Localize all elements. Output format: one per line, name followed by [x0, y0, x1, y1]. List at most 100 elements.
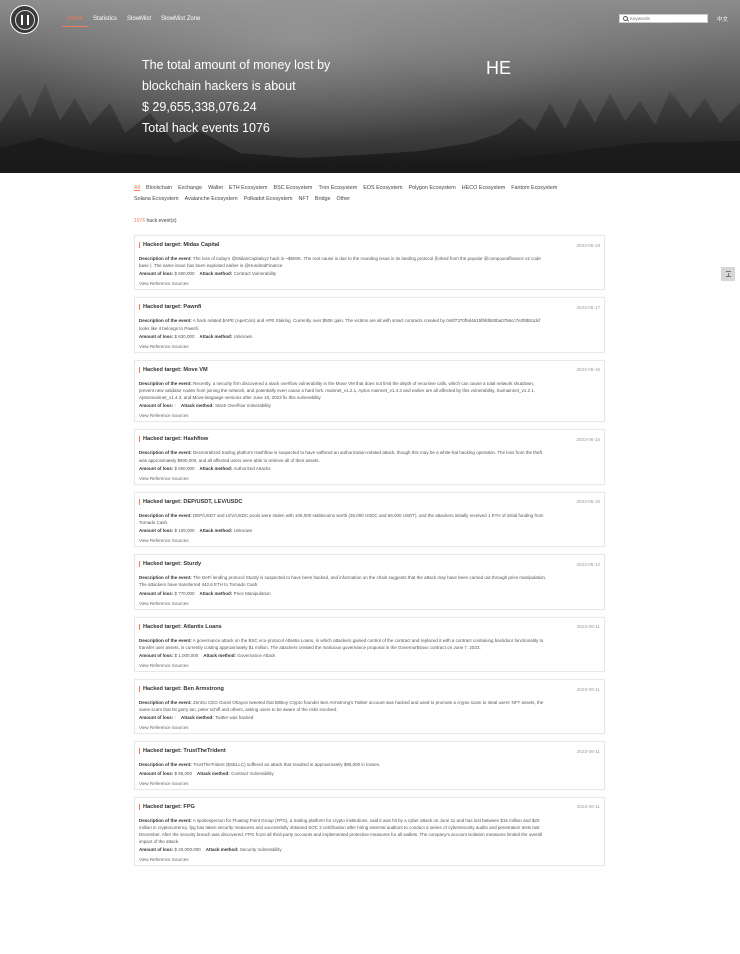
event-card: Hacked target: Sturdy 2023-06-12 Descripti…: [134, 554, 605, 610]
filter-fantom-ecosystem[interactable]: Fantom Ecosystem: [511, 185, 557, 192]
filter-exchange[interactable]: Exchange: [178, 185, 202, 192]
description-label: Description of the event:: [139, 817, 192, 823]
nav-slowmist[interactable]: SlowMist: [122, 15, 156, 27]
event-title[interactable]: Hacked target: FPG: [139, 803, 195, 810]
filter-eos-ecosystem[interactable]: EOS Ecosystem: [363, 185, 402, 192]
event-count: 1076 hack event(s): [134, 218, 177, 224]
filter-wallet[interactable]: Wallet: [208, 185, 223, 192]
description-text: base ). The same issue has been exploite…: [139, 263, 283, 269]
amount-value: $ 1,000,000: [174, 653, 199, 659]
event-meta: Amount of loss: $ 1,000,000 Attack method…: [139, 651, 600, 661]
event-header: Hacked target: Pawnfi 2023-06-17: [139, 303, 600, 311]
filter-bsc-ecosystem[interactable]: BSC Ecosystem: [273, 185, 312, 192]
description-text: December. After the security breach was …: [139, 832, 542, 838]
filter-solana-ecosystem[interactable]: Solana Ecosystem: [134, 196, 179, 203]
event-meta: Amount of loss: - Attack method: Stack Ov…: [139, 401, 600, 411]
event-header: Hacked target: Atlantis Loans 2023-06-11: [139, 623, 600, 631]
nav-slowmist-zone[interactable]: SlowMist Zone: [156, 15, 205, 27]
event-description-line: Description of the event: The loss of to…: [139, 255, 600, 262]
filter-avalanche-ecosystem[interactable]: Avalanche Ecosystem: [185, 196, 238, 203]
event-description-line: impact of the attack.: [139, 838, 600, 845]
amount-label: Amount of loss:: [139, 403, 174, 409]
event-date: 2023-06-11: [576, 686, 600, 692]
event-header: Hacked target: Midas Capital 2023-06-18: [139, 241, 600, 249]
event-card: Hacked target: DEP/USDT, LEV/USDC 2023-06…: [134, 491, 605, 548]
event-description-line: Description of the event: The DeFi lendi…: [139, 574, 600, 581]
event-meta: Amount of loss: $ 95,000 Attack method: C…: [139, 769, 600, 779]
view-reference-sources-link[interactable]: View Reference Sources: [139, 536, 600, 546]
event-title[interactable]: Hacked target: Atlantis Loans: [139, 623, 222, 630]
event-list: Hacked target: Midas Capital 2023-06-18 De…: [134, 235, 605, 873]
event-title[interactable]: Hacked target: Hashflow: [139, 436, 208, 443]
description-label: Description of the event:: [139, 318, 192, 324]
view-reference-sources-link[interactable]: View Reference Sources: [139, 411, 600, 421]
description-text: A spokesperson for Floating Point Group …: [191, 817, 540, 823]
description-label: Description of the event:: [139, 380, 192, 386]
event-title[interactable]: Hacked target: Midas Capital: [139, 242, 219, 248]
back-to-top-button[interactable]: [721, 267, 735, 281]
event-date: 2023-06-17: [576, 304, 601, 310]
view-reference-sources-link[interactable]: View Reference Sources: [139, 723, 600, 733]
view-reference-sources-link[interactable]: View Reference Sources: [139, 279, 600, 289]
description-text: TrustTheTrident ($SELLC) suffered an att…: [191, 762, 381, 768]
view-reference-sources-link[interactable]: View Reference Sources: [139, 779, 600, 789]
event-card: Hacked target: Atlantis Loans 2023-06-11 D…: [134, 616, 605, 673]
event-title[interactable]: Hacked target: DEP/USDT, LEV/USDC: [139, 498, 242, 505]
language-switch[interactable]: 中文: [717, 15, 728, 23]
filter-polkadot-ecosystem[interactable]: Polkadot Ecosystem: [244, 196, 293, 203]
filter-heco-ecosystem[interactable]: HECO Ecosystem: [462, 185, 505, 192]
description-text: same scam that hit garry tan, peter schi…: [139, 707, 338, 713]
event-title[interactable]: Hacked target: Move VM: [139, 366, 208, 373]
description-text: Recently, a security firm discovered a s…: [191, 380, 535, 386]
event-description-line: Tornado Cash.: [139, 519, 600, 526]
event-title[interactable]: Hacked target: TrustTheTrident: [139, 748, 226, 755]
amount-label: Amount of loss:: [139, 715, 174, 721]
view-reference-sources-link[interactable]: View Reference Sources: [139, 599, 600, 609]
amount-value: $ 95,000: [174, 770, 193, 776]
event-date: 2023-06-15: [576, 499, 601, 505]
view-reference-sources-link[interactable]: View Reference Sources: [139, 855, 600, 865]
filter-polygon-ecosystem[interactable]: Polygon Ecosystem: [408, 185, 455, 192]
filter-nft[interactable]: NFT: [298, 196, 308, 203]
method-label: Attack method:: [199, 528, 233, 534]
event-card: Hacked target: Hashflow 2023-06-15 Descrip…: [134, 429, 605, 485]
filter-blockchain[interactable]: Blockchain: [146, 185, 172, 192]
filter-other[interactable]: Other: [337, 196, 350, 203]
filter-eth-ecosystem[interactable]: ETH Ecosystem: [229, 185, 268, 192]
event-meta: Amount of loss: $ 20,000,000 Attack metho…: [139, 845, 600, 855]
event-title[interactable]: Hacked target: Pawnfi: [139, 304, 201, 311]
method-value: Contract Vulnerability: [233, 271, 277, 277]
event-meta: Amount of loss: - Attack method: Twitter …: [139, 713, 600, 723]
amount-label: Amount of loss:: [139, 528, 174, 534]
method-label: Attack method:: [197, 770, 230, 776]
event-description-line: million in cryptocurrency. fpg has taken…: [139, 824, 600, 831]
description-text: prevent new validator nodes from joining…: [139, 388, 536, 394]
filter-tron-ecosystem[interactable]: Tron Ecosystem: [318, 185, 357, 192]
event-title[interactable]: Hacked target: Ben Armstrong: [139, 686, 224, 693]
view-reference-sources-link[interactable]: View Reference Sources: [139, 342, 600, 352]
filter-bridge[interactable]: Bridge: [315, 196, 331, 203]
event-meta: Amount of loss: $ 105,000 Attack method: …: [139, 526, 600, 536]
method-value: Contract Vulnerability: [231, 770, 274, 776]
nav-statistics[interactable]: Statistics: [88, 15, 122, 27]
event-date: 2023-06-18: [576, 242, 601, 248]
description-label: Description of the event:: [139, 450, 192, 456]
view-reference-sources-link[interactable]: View Reference Sources: [139, 661, 600, 671]
description-text: transfer user assets, is currently costi…: [139, 644, 481, 650]
event-description-line: Description of the event: A spokesperson…: [139, 817, 600, 824]
search-input[interactable]: [629, 16, 707, 21]
nav-home[interactable]: Home: [62, 15, 89, 27]
event-description-line: Description of the event: TrustTheTriden…: [139, 761, 600, 768]
search-box[interactable]: [619, 14, 708, 23]
description-text: The DeFi lending protocol Sturdy is susp…: [191, 575, 547, 581]
hero-side-text: HE: [486, 58, 512, 78]
method-value: Price Manipulation: [233, 590, 271, 596]
event-description-line: The attackers have transferred 442.6 ETH…: [139, 581, 600, 588]
description-text: million in cryptocurrency. fpg has taken…: [139, 824, 540, 830]
amount-value: $ 600,000: [174, 465, 195, 471]
view-reference-sources-link[interactable]: View Reference Sources: [139, 474, 600, 484]
filter-all[interactable]: All: [134, 185, 140, 192]
site-logo[interactable]: [10, 5, 39, 34]
event-description-line: Description of the event: Recently, a se…: [139, 380, 600, 387]
event-title[interactable]: Hacked target: Sturdy: [139, 561, 201, 568]
